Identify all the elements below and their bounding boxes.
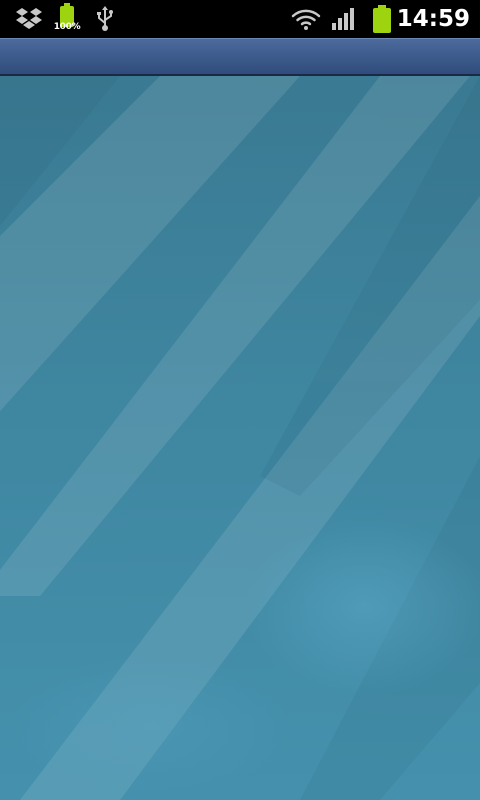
background-texture [0, 76, 480, 800]
battery-full-notification-icon: 100% [52, 0, 82, 38]
battery-icon [370, 0, 394, 38]
battery-level-label: 100% [53, 22, 81, 32]
clock: 14:59 [396, 6, 470, 32]
status-bar[interactable]: 100% 14:59 [0, 0, 480, 38]
usb-icon [94, 0, 116, 38]
title-bar [0, 38, 480, 76]
content-area [0, 76, 480, 800]
dropbox-icon [14, 0, 44, 38]
wifi-icon [290, 0, 322, 38]
phone-screen: 100% 14:59 [0, 0, 480, 800]
signal-bars-icon [330, 0, 358, 38]
